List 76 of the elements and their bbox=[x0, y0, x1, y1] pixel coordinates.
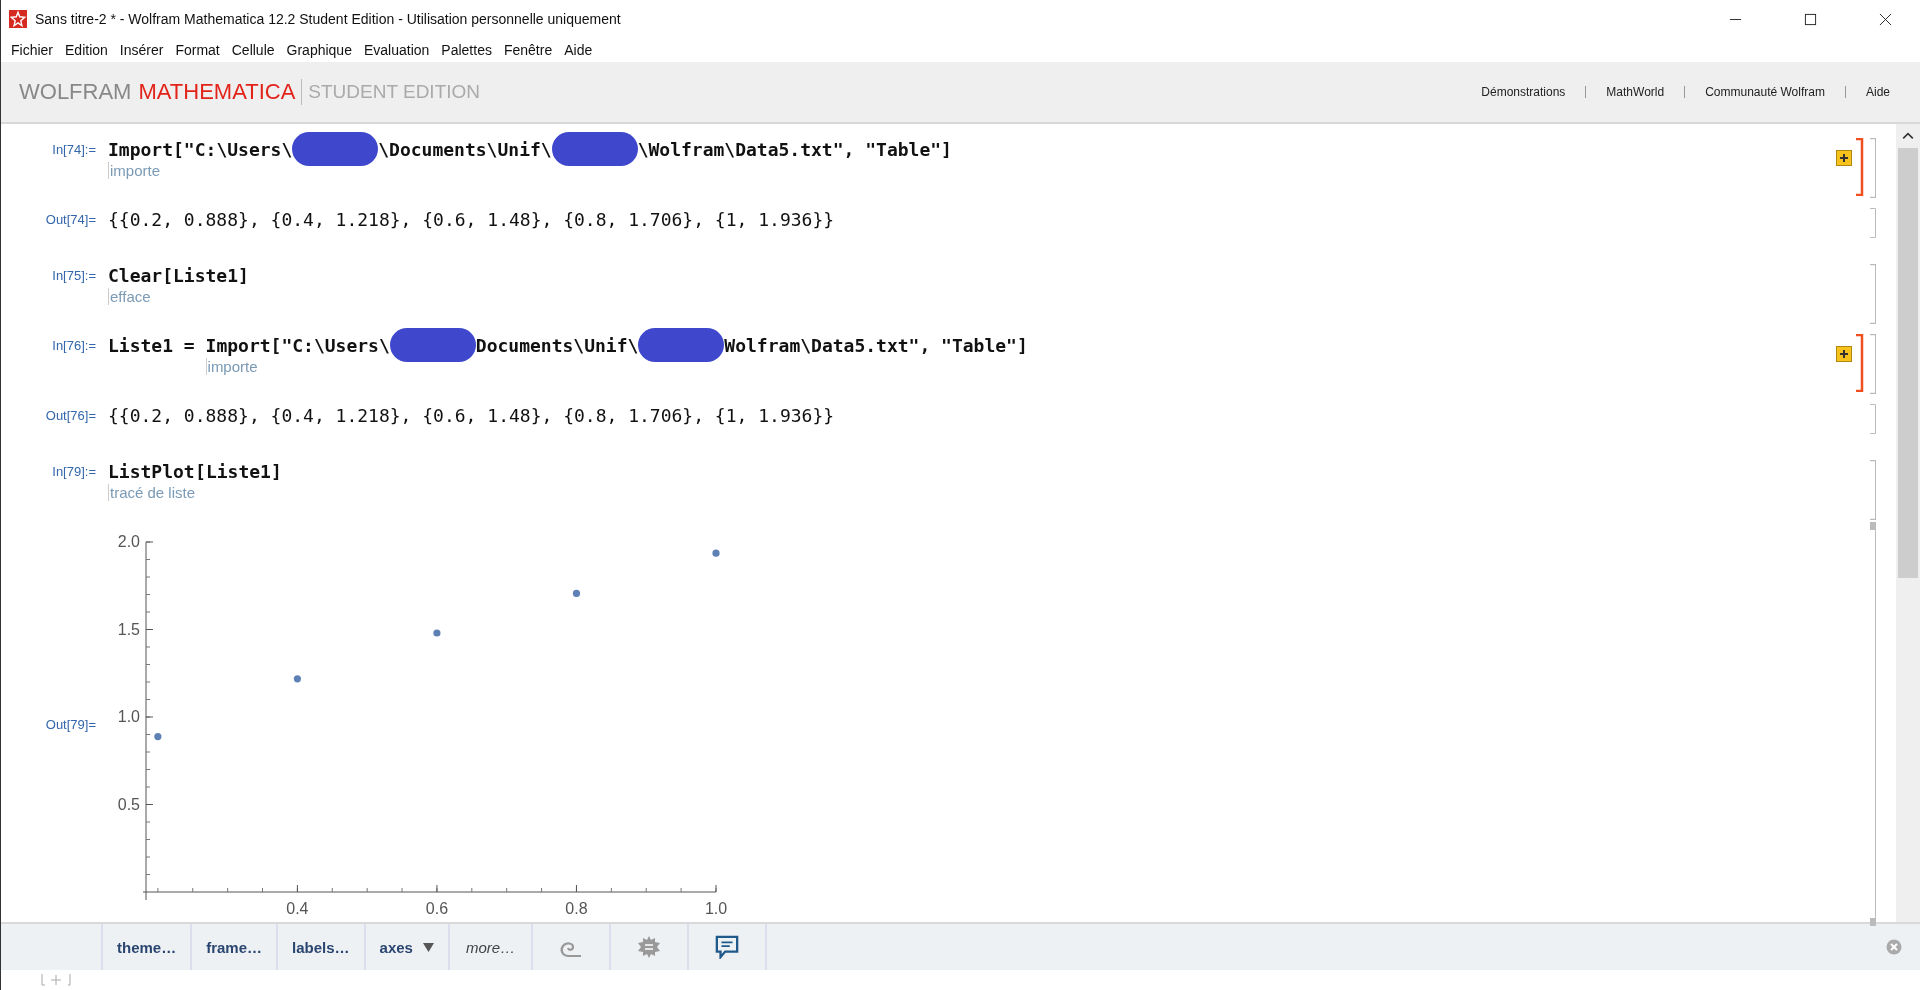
x-tick-label: 0.8 bbox=[565, 900, 588, 917]
menu-item[interactable]: Edition bbox=[65, 42, 108, 58]
data-point bbox=[433, 629, 441, 637]
code-text: Import bbox=[108, 138, 174, 162]
header-link[interactable]: MathWorld bbox=[1585, 86, 1685, 98]
cell-bracket[interactable] bbox=[1870, 334, 1876, 394]
input-label: In[79]:= bbox=[51, 463, 97, 479]
cell-bracket[interactable] bbox=[1870, 208, 1876, 238]
close-icon[interactable] bbox=[1879, 12, 1892, 26]
code-text: Wolfram\Data5.txt", "Table"] bbox=[724, 334, 1028, 358]
menu-item[interactable]: Cellule bbox=[231, 42, 275, 58]
output-label: Out[74]= bbox=[44, 211, 97, 227]
y-tick-label: 1.5 bbox=[117, 620, 140, 638]
output-text: {{0.2, 0.888}, {0.4, 1.218}, {0.6, 1.48}, {0.8, 1.706}, {1, 1.936}} bbox=[108, 208, 835, 232]
x-tick-label: 0.4 bbox=[286, 900, 309, 917]
code-text: Clear bbox=[108, 264, 163, 288]
input-label: In[74]:= bbox=[51, 141, 97, 157]
cell-bracket[interactable] bbox=[1870, 138, 1876, 198]
code-hint: efface bbox=[108, 288, 151, 305]
code-hint: importe bbox=[108, 162, 161, 179]
x-tick-label: 1.0 bbox=[704, 900, 728, 917]
caret-icon bbox=[422, 942, 434, 952]
code-hint: tracé de liste bbox=[108, 484, 196, 501]
maximize-icon[interactable] bbox=[1804, 12, 1817, 26]
y-tick-label: 0.5 bbox=[117, 795, 140, 813]
code-text: ListPlot bbox=[108, 460, 196, 484]
group-bracket bbox=[1856, 138, 1864, 196]
y-tick-label: 1.0 bbox=[117, 708, 140, 725]
edition-label: STUDENT EDITION bbox=[308, 81, 481, 103]
y-tick-label: 2.0 bbox=[117, 533, 140, 550]
header-link[interactable]: Aide bbox=[1844, 86, 1910, 98]
header-link[interactable]: Communauté Wolfram bbox=[1684, 86, 1845, 98]
data-point bbox=[293, 675, 301, 683]
code-text: [Liste1] bbox=[162, 264, 249, 288]
output-text: {{0.2, 0.888}, {0.4, 1.218}, {0.6, 1.48}, {0.8, 1.706}, {1, 1.936}} bbox=[108, 404, 835, 428]
app-logo-icon bbox=[9, 10, 27, 28]
data-point bbox=[572, 589, 581, 598]
cell-bracket[interactable] bbox=[1870, 404, 1876, 434]
menu-item[interactable]: Palettes bbox=[441, 42, 492, 58]
code-text: [Liste1] bbox=[195, 460, 282, 484]
scroll-up-icon[interactable] bbox=[1902, 132, 1914, 140]
x-tick-label: 0.6 bbox=[425, 900, 449, 917]
code-text: ["C:\Users\ bbox=[270, 334, 390, 358]
data-point bbox=[154, 733, 162, 741]
code-text: Documents\Unif\ bbox=[475, 334, 639, 358]
menu-item[interactable]: Aide bbox=[564, 42, 593, 58]
output-label: Out[79]= bbox=[44, 716, 97, 732]
window-title: Sans titre-2 * - Wolfram Mathematica 12.2 Student Edition - Utilisation personnelle uniquement bbox=[35, 11, 621, 27]
code-text: Import bbox=[205, 334, 271, 358]
code-text: \Wolfram\Data5.txt", "Table"] bbox=[637, 138, 952, 162]
add-cell-icon[interactable] bbox=[41, 974, 71, 986]
menu-item[interactable]: Fichier bbox=[11, 42, 53, 58]
brand-name: WOLFRAM bbox=[19, 79, 132, 105]
menu-item[interactable]: Fenêtre bbox=[503, 42, 553, 58]
header-link[interactable]: Démonstrations bbox=[1461, 86, 1586, 98]
scrollbar[interactable] bbox=[1896, 124, 1920, 922]
data-point bbox=[712, 549, 720, 557]
scroll-thumb[interactable] bbox=[1898, 148, 1918, 578]
code-hint: importe bbox=[205, 358, 258, 375]
menu-item[interactable]: Evaluation bbox=[363, 42, 430, 58]
input-label: In[76]:= bbox=[51, 337, 97, 353]
output-label: Out[76]= bbox=[44, 407, 97, 423]
cell-bracket[interactable] bbox=[1870, 264, 1876, 324]
group-bracket bbox=[1856, 334, 1864, 392]
code-text: Liste1 = bbox=[108, 334, 196, 358]
cell-bracket[interactable] bbox=[1870, 522, 1876, 926]
code-text: \Documents\Unif\ bbox=[378, 138, 552, 162]
menu-item[interactable]: Graphique bbox=[286, 42, 352, 58]
menu-item[interactable]: Insérer bbox=[119, 42, 164, 58]
product-name: MATHEMATICA bbox=[138, 79, 303, 105]
cell-bracket[interactable] bbox=[1870, 460, 1876, 520]
expand-icon[interactable] bbox=[1836, 346, 1852, 362]
input-label: In[75]:= bbox=[51, 267, 97, 283]
menu-item[interactable]: Format bbox=[175, 42, 220, 58]
code-text: ["C:\Users\ bbox=[173, 138, 293, 162]
expand-icon[interactable] bbox=[1836, 150, 1852, 166]
